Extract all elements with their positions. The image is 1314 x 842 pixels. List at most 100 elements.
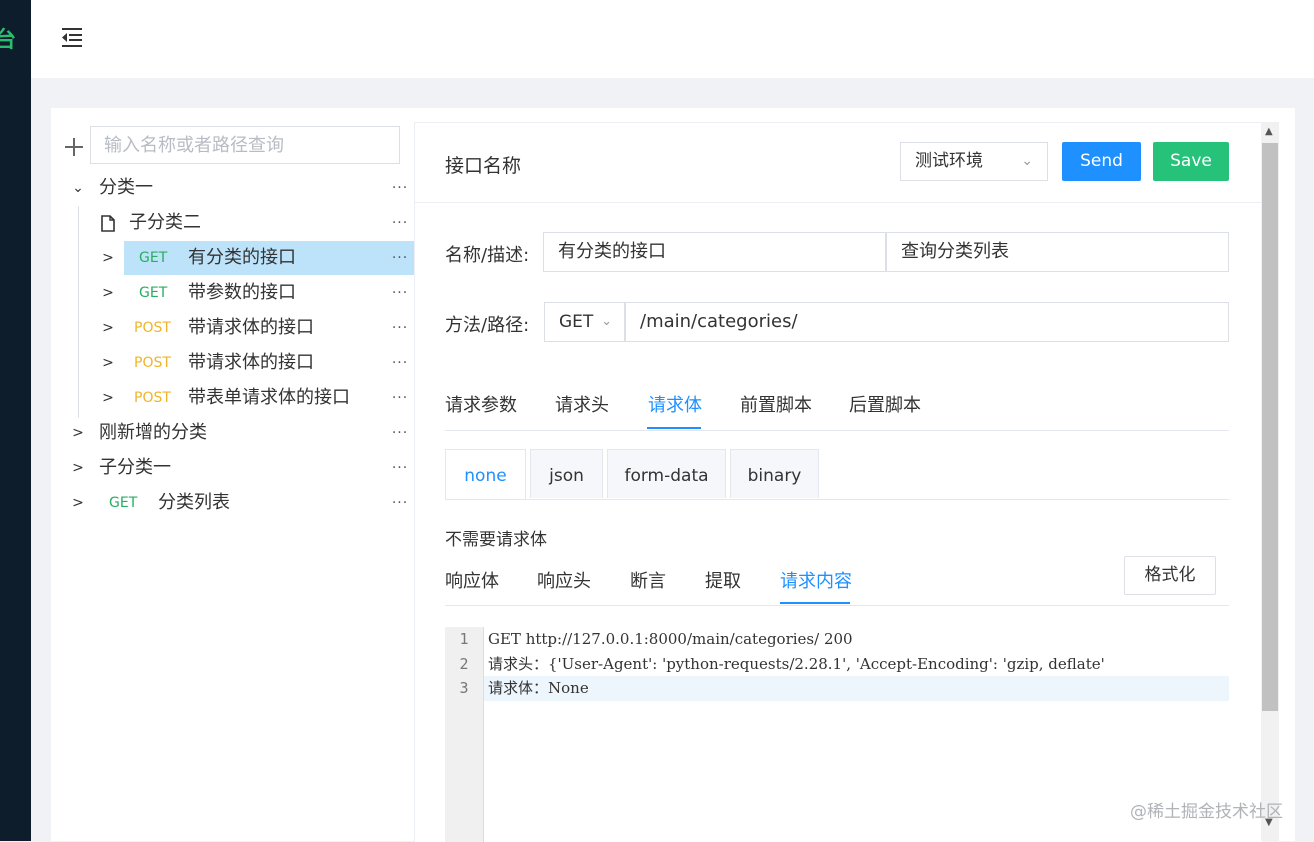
tree-node-api[interactable]: > POST 带请求体的接口 ··· [51, 311, 415, 345]
path-label: 方法/路径: [445, 315, 530, 336]
tab-assertions[interactable]: 断言 [630, 567, 666, 593]
method-badge: POST [134, 390, 171, 406]
tree-node-api[interactable]: > GET 带参数的接口 ··· [51, 276, 415, 310]
chevron-right-icon[interactable]: > [101, 311, 115, 345]
method-select[interactable]: GET ⌄ [544, 302, 625, 342]
tree-node-api[interactable]: > POST 带表单请求体的接口 ··· [51, 381, 415, 415]
description-field[interactable]: 查询分类列表 [886, 232, 1229, 272]
format-button[interactable]: 格式化 [1124, 556, 1216, 595]
line-number: 1 [459, 630, 469, 648]
tree-node-subcategory[interactable]: 子分类二 ··· [51, 206, 415, 240]
environment-value: 测试环境 [915, 151, 983, 171]
line-number-gutter: 1 2 3 [445, 627, 484, 842]
header-divider [415, 202, 1262, 203]
more-icon[interactable]: ··· [385, 311, 415, 345]
tree-node-label: 分类列表 [158, 492, 230, 513]
more-icon[interactable]: ··· [385, 346, 415, 380]
more-icon[interactable]: ··· [385, 171, 415, 205]
line-number: 2 [459, 654, 469, 673]
more-icon[interactable]: ··· [385, 276, 415, 310]
chevron-right-icon[interactable]: > [101, 346, 115, 380]
body-type-binary[interactable]: binary [730, 449, 819, 498]
method-badge: GET [139, 250, 168, 266]
chevron-right-icon[interactable]: > [101, 381, 115, 415]
active-tab-indicator [647, 427, 701, 429]
tab-pre-script[interactable]: 前置脚本 [740, 391, 812, 417]
method-badge: GET [109, 495, 138, 511]
no-body-text: 不需要请求体 [445, 530, 547, 550]
chevron-right-icon[interactable]: > [71, 416, 85, 450]
tree-node-category[interactable]: > 刚新增的分类 ··· [51, 416, 415, 450]
chevron-right-icon[interactable]: > [71, 451, 85, 485]
more-icon[interactable]: ··· [385, 416, 415, 450]
tree-node-label: 带请求体的接口 [188, 352, 314, 373]
tree-node-api-active[interactable]: GET 有分类的接口 ··· [124, 241, 415, 275]
tab-headers[interactable]: 请求头 [555, 391, 609, 417]
tree-node-label: 有分类的接口 [188, 247, 296, 268]
tab-params[interactable]: 请求参数 [445, 391, 517, 417]
chevron-down-icon[interactable]: ⌄ [71, 171, 85, 205]
request-tabs: 请求参数 请求头 请求体 前置脚本 后置脚本 [445, 378, 1229, 431]
tree-node-api[interactable]: > GET 分类列表 ··· [51, 486, 415, 520]
tab-response-headers[interactable]: 响应头 [537, 567, 591, 593]
active-tab-indicator [780, 602, 850, 604]
chevron-right-icon[interactable]: > [101, 241, 115, 275]
add-icon[interactable] [65, 138, 83, 156]
tab-request-content[interactable]: 请求内容 [780, 567, 852, 593]
tab-body[interactable]: 请求体 [648, 391, 702, 417]
chevron-right-icon[interactable]: > [101, 276, 115, 310]
path-field[interactable]: /main/categories/ [625, 302, 1229, 342]
more-icon[interactable]: ··· [385, 241, 415, 275]
line-number: 3 [459, 679, 469, 697]
api-tree-panel: ⌄ 分类一 ··· 子分类二 ··· GET 有分类的接口 ··· > > GE… [51, 108, 415, 841]
code-content[interactable]: GET http://127.0.0.1:8000/main/categorie… [488, 627, 1229, 842]
body-type-json[interactable]: json [530, 449, 603, 498]
more-icon[interactable]: ··· [385, 381, 415, 415]
method-value: GET [559, 312, 594, 332]
tree-node-category[interactable]: ⌄ 分类一 ··· [51, 171, 415, 205]
tree-node-label: 子分类一 [99, 457, 171, 478]
body-type-form-data[interactable]: form-data [607, 449, 726, 498]
tree-node-label: 带请求体的接口 [188, 317, 314, 338]
tree-node-label: 刚新增的分类 [99, 422, 207, 443]
more-icon[interactable]: ··· [385, 486, 415, 520]
chevron-down-icon: ⌄ [601, 314, 612, 329]
more-icon[interactable]: ··· [385, 451, 415, 485]
name-field[interactable]: 有分类的接口 [543, 232, 886, 272]
top-header [31, 0, 1314, 78]
response-tabs: 响应体 响应头 断言 提取 请求内容 格式化 [445, 555, 1229, 606]
scrollbar-thumb[interactable] [1262, 143, 1278, 711]
scroll-up-icon[interactable]: ▲ [1265, 126, 1273, 137]
tree-node-label: 子分类二 [129, 212, 201, 233]
code-editor[interactable]: 1 2 3 GET http://127.0.0.1:8000/main/cat… [445, 627, 1229, 842]
save-button[interactable]: Save [1153, 142, 1229, 181]
tab-post-script[interactable]: 后置脚本 [849, 391, 921, 417]
method-badge: POST [134, 355, 171, 371]
api-detail-panel: 接口名称 测试环境 ⌄ Send Save 名称/描述: 有分类的接口 查询分类… [414, 122, 1262, 842]
page-title: 接口名称 [445, 155, 522, 177]
environment-select[interactable]: 测试环境 ⌄ [900, 142, 1048, 181]
body-type-tabs: none json form-data binary [445, 449, 1229, 500]
tab-response-body[interactable]: 响应体 [445, 567, 499, 593]
send-button[interactable]: Send [1062, 142, 1141, 181]
chevron-down-icon: ⌄ [1021, 153, 1033, 169]
watermark: @稀土掘金技术社区 [1130, 802, 1283, 822]
code-line: GET http://127.0.0.1:8000/main/categorie… [488, 630, 853, 648]
app-logo: 台 [0, 28, 17, 53]
search-input[interactable] [90, 126, 400, 164]
tree-node-category[interactable]: > 子分类一 ··· [51, 451, 415, 485]
tree-node-label: 分类一 [99, 177, 153, 198]
body-type-none[interactable]: none [445, 449, 526, 499]
tree-node-api[interactable]: > POST 带请求体的接口 ··· [51, 346, 415, 380]
more-icon[interactable]: ··· [385, 206, 415, 240]
tree-node-label: 带参数的接口 [188, 282, 296, 303]
method-badge: POST [134, 320, 171, 336]
code-line: 请求体：None [488, 679, 589, 697]
name-label: 名称/描述: [445, 245, 530, 266]
code-line: 请求头：{'User-Agent': 'python-requests/2.28… [488, 654, 1105, 673]
chevron-right-icon[interactable]: > [71, 486, 85, 520]
file-icon [101, 215, 115, 232]
tab-extract[interactable]: 提取 [705, 567, 741, 593]
menu-fold-icon[interactable] [59, 24, 85, 50]
tree-node-label: 带表单请求体的接口 [188, 387, 350, 408]
